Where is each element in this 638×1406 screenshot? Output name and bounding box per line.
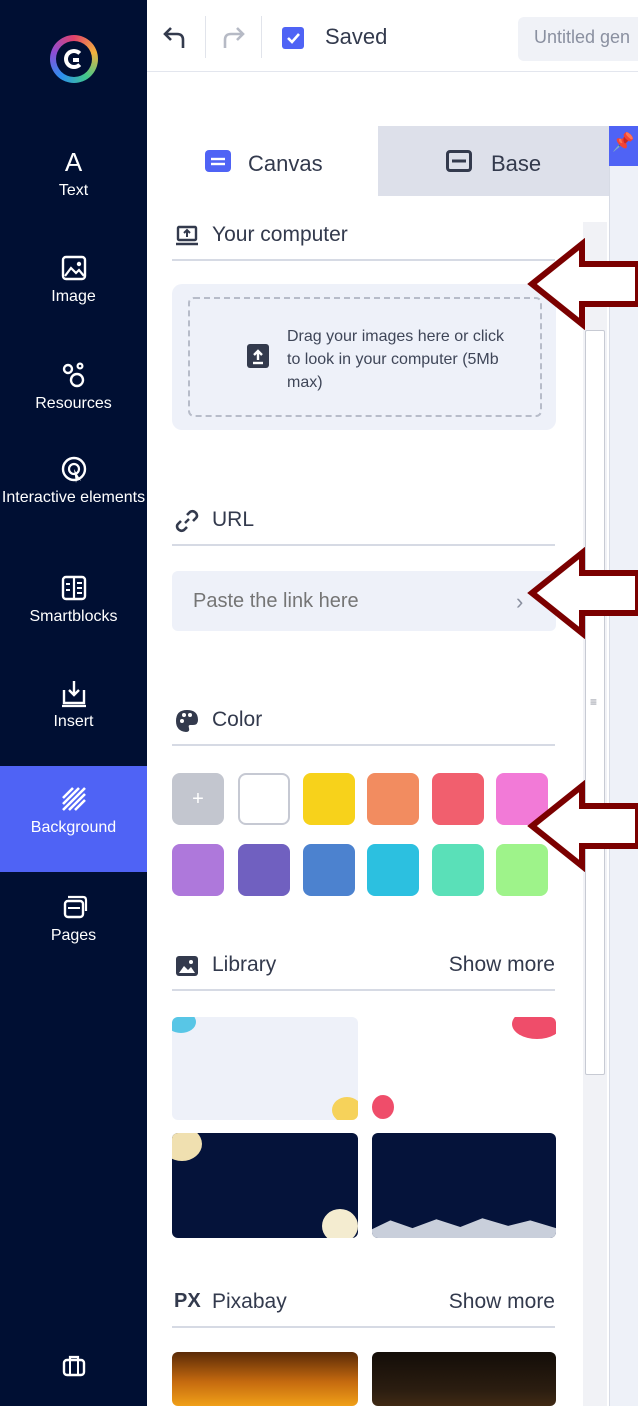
color-swatch[interactable] bbox=[432, 844, 484, 896]
canvas-tab-icon bbox=[205, 150, 231, 172]
scroll-grip-icon: ≡ bbox=[590, 695, 598, 709]
sidebar-item-image[interactable]: Image bbox=[0, 253, 147, 306]
base-tab-icon bbox=[446, 150, 472, 172]
interactive-icon bbox=[61, 456, 86, 483]
library-thumbnail[interactable] bbox=[172, 1017, 358, 1120]
tab-canvas[interactable]: Canvas bbox=[147, 126, 378, 196]
chevron-right-icon[interactable]: › bbox=[516, 589, 523, 615]
pixabay-thumbnail[interactable] bbox=[172, 1352, 358, 1406]
saved-status: Saved bbox=[325, 24, 388, 49]
pixabay-show-more-link[interactable]: Show more bbox=[449, 1290, 555, 1314]
tab-canvas-label: Canvas bbox=[248, 151, 323, 176]
thumbnail-decoration bbox=[322, 1209, 358, 1238]
saved-check-icon bbox=[282, 27, 304, 49]
dropzone-text: Drag your images here or click to look i… bbox=[287, 328, 504, 391]
color-swatch[interactable] bbox=[367, 773, 419, 825]
toolbar-divider bbox=[205, 16, 206, 58]
sidebar-item-label: Text bbox=[58, 182, 89, 199]
section-title: Pixabay bbox=[212, 1290, 287, 1313]
sidebar-item-label: Image bbox=[51, 288, 96, 305]
undo-icon[interactable] bbox=[161, 24, 189, 50]
redo-icon[interactable] bbox=[219, 24, 247, 50]
link-icon bbox=[175, 509, 199, 533]
add-color-button[interactable]: + bbox=[172, 773, 224, 825]
thumbnail-decoration bbox=[172, 1133, 202, 1161]
color-swatch[interactable] bbox=[367, 844, 419, 896]
smartblocks-icon bbox=[61, 575, 86, 601]
sidebar-item-label: Resources bbox=[35, 395, 112, 412]
library-header: Library Show more bbox=[172, 953, 555, 991]
pixabay-header: PX Pixabay Show more bbox=[172, 1290, 555, 1328]
thumbnail-decoration bbox=[372, 1218, 556, 1238]
pixabay-thumbnail[interactable] bbox=[372, 1352, 556, 1406]
resources-icon bbox=[62, 362, 84, 388]
library-thumbnail[interactable] bbox=[172, 1133, 358, 1238]
annotation-arrow bbox=[527, 547, 638, 639]
palette-icon bbox=[176, 710, 198, 732]
color-swatch[interactable] bbox=[172, 844, 224, 896]
sidebar-item-label: Interactive elements bbox=[1, 489, 146, 506]
library-image-icon bbox=[176, 956, 198, 976]
url-header: URL bbox=[172, 508, 555, 546]
thumbnail-decoration bbox=[372, 1095, 394, 1119]
color-swatch[interactable] bbox=[432, 773, 484, 825]
section-title: URL bbox=[212, 508, 255, 531]
annotation-arrow bbox=[527, 238, 638, 330]
app-logo[interactable] bbox=[50, 35, 98, 83]
url-input[interactable] bbox=[172, 571, 556, 631]
section-title: Library bbox=[212, 953, 277, 976]
sidebar-item-label: Background bbox=[30, 819, 117, 836]
document-title-field[interactable]: Untitled gen bbox=[518, 17, 638, 61]
pin-icon[interactable]: 📌 bbox=[609, 126, 638, 166]
color-swatch[interactable] bbox=[238, 773, 290, 825]
pixabay-logo: PX bbox=[174, 1290, 201, 1312]
thumbnail-decoration bbox=[332, 1097, 358, 1120]
sidebar-item-resources[interactable]: Resources bbox=[0, 360, 147, 413]
your-computer-header: Your computer bbox=[172, 223, 555, 261]
annotation-arrow bbox=[527, 780, 638, 872]
sidebar-item-label: Insert bbox=[53, 713, 94, 730]
sidebar-item-text[interactable]: A Text bbox=[0, 147, 147, 200]
briefcase-icon[interactable] bbox=[62, 1355, 86, 1377]
color-swatch[interactable] bbox=[238, 844, 290, 896]
tab-base[interactable]: Base bbox=[378, 126, 609, 196]
library-thumbnail[interactable] bbox=[372, 1133, 556, 1238]
sidebar-item-background[interactable]: Background bbox=[0, 766, 147, 872]
laptop-upload-icon bbox=[176, 225, 198, 246]
color-swatch[interactable] bbox=[303, 844, 355, 896]
section-title: Your computer bbox=[212, 223, 348, 246]
thumbnail-decoration bbox=[512, 1017, 556, 1039]
sidebar-item-pages[interactable]: Pages bbox=[0, 892, 147, 945]
sidebar-item-label: Pages bbox=[50, 927, 97, 944]
color-swatch[interactable] bbox=[303, 773, 355, 825]
thumbnail-decoration bbox=[172, 1017, 196, 1033]
sidebar-item-label: Smartblocks bbox=[29, 608, 118, 625]
tab-base-label: Base bbox=[491, 151, 542, 176]
library-show-more-link[interactable]: Show more bbox=[449, 953, 555, 977]
pages-icon bbox=[63, 895, 87, 919]
background-icon bbox=[61, 787, 86, 811]
section-title: Color bbox=[212, 708, 263, 731]
toolbar-divider bbox=[261, 16, 262, 58]
image-icon bbox=[61, 255, 86, 281]
toolbar-spacer bbox=[147, 72, 638, 126]
library-thumbnail[interactable] bbox=[372, 1017, 556, 1120]
left-sidebar: A Text Image Resources Interactive eleme… bbox=[0, 0, 147, 1406]
text-icon: A bbox=[64, 147, 83, 177]
upload-icon bbox=[247, 344, 269, 368]
dropzone-border: Drag your images here or click to look i… bbox=[188, 297, 542, 417]
insert-icon bbox=[61, 681, 86, 708]
top-toolbar: Saved Untitled gen bbox=[147, 0, 638, 72]
color-header: Color bbox=[172, 708, 555, 746]
sidebar-item-insert[interactable]: Insert bbox=[0, 678, 147, 731]
image-dropzone[interactable]: Drag your images here or click to look i… bbox=[172, 284, 556, 430]
sidebar-item-interactive[interactable]: Interactive elements bbox=[0, 455, 147, 506]
sidebar-item-smartblocks[interactable]: Smartblocks bbox=[0, 573, 147, 626]
